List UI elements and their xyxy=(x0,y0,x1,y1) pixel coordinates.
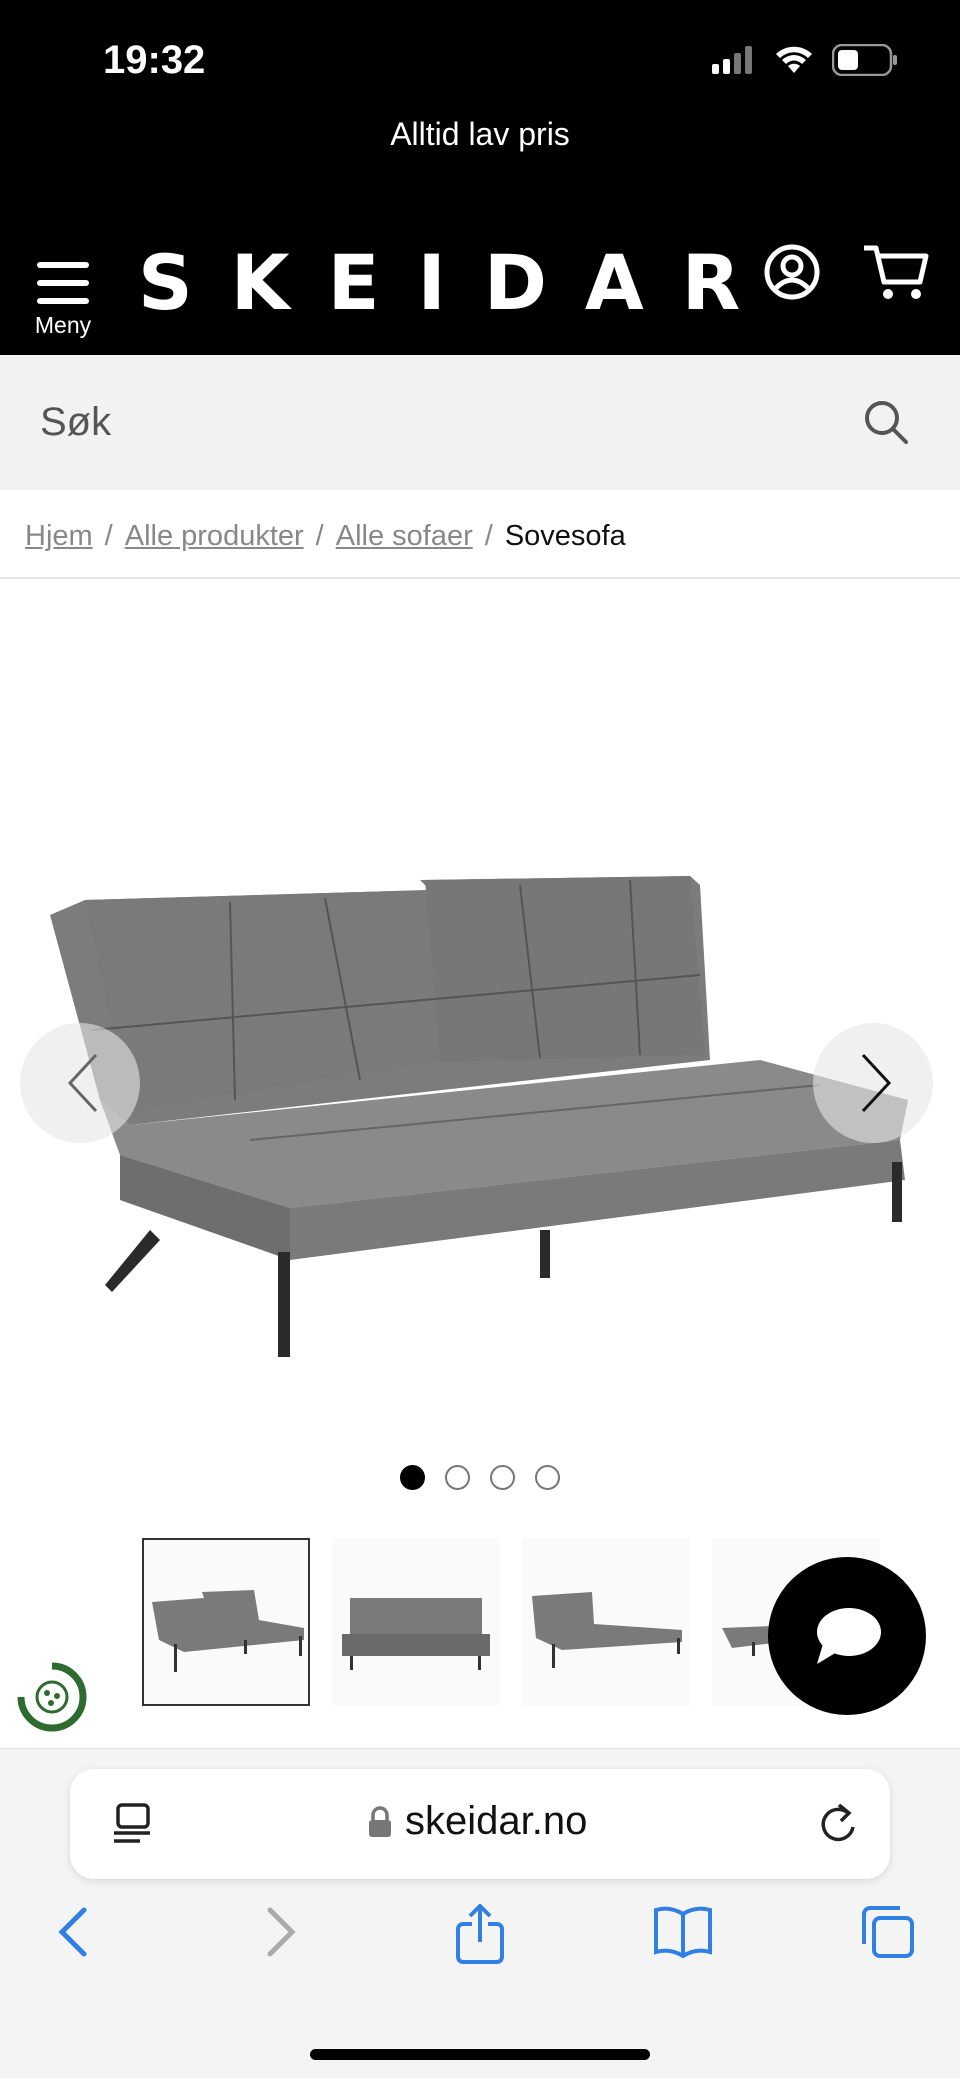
lock-icon xyxy=(369,1806,391,1837)
tabs-icon[interactable] xyxy=(858,1904,916,1960)
chat-button[interactable] xyxy=(768,1557,926,1715)
site-header: Meny SKEIDAR xyxy=(0,220,960,355)
gallery-pagination xyxy=(400,1465,560,1490)
cart-icon[interactable] xyxy=(862,242,930,302)
product-image[interactable] xyxy=(0,580,960,1420)
reload-icon[interactable] xyxy=(815,1799,861,1847)
product-gallery xyxy=(0,580,960,1420)
status-icons xyxy=(712,44,898,76)
promo-text: Alltid lav pris xyxy=(390,116,570,152)
hamburger-icon xyxy=(28,238,98,304)
search-icon[interactable] xyxy=(862,398,912,448)
pagination-dot[interactable] xyxy=(490,1465,515,1490)
recycle-badge-icon[interactable] xyxy=(15,1660,89,1734)
forward-icon[interactable] xyxy=(258,1904,302,1960)
search-input[interactable] xyxy=(40,385,840,460)
home-indicator xyxy=(310,2049,650,2060)
thumbnail[interactable] xyxy=(522,1538,690,1706)
chevron-right-icon xyxy=(861,1053,892,1113)
signal-icon xyxy=(712,46,752,74)
chevron-left-icon xyxy=(67,1053,98,1113)
breadcrumb: Hjem / Alle produkter / Alle sofaer / So… xyxy=(25,520,626,553)
gallery-next-button[interactable] xyxy=(813,1023,933,1143)
search-bar xyxy=(0,355,960,490)
browser-toolbar xyxy=(0,1904,960,2004)
bookmarks-icon[interactable] xyxy=(652,1904,714,1958)
breadcrumb-separator: / xyxy=(104,520,113,552)
url-text: skeidar.no xyxy=(405,1799,588,1843)
battery-icon xyxy=(832,44,897,76)
pagination-dot[interactable] xyxy=(535,1465,560,1490)
breadcrumb-current: Sovesofa xyxy=(504,520,626,552)
browser-bottom-bar: skeidar.no xyxy=(0,1748,960,2078)
status-bar: 19:32 xyxy=(0,0,960,110)
pagination-dot[interactable] xyxy=(400,1465,425,1490)
share-icon[interactable] xyxy=(452,1904,508,1966)
pagination-dot[interactable] xyxy=(445,1465,470,1490)
thumbnail[interactable] xyxy=(332,1538,500,1706)
divider xyxy=(0,577,960,579)
menu-label: Meny xyxy=(34,312,92,338)
status-time: 19:32 xyxy=(103,38,206,82)
wifi-icon xyxy=(776,46,812,73)
chat-bubble-icon xyxy=(817,1608,881,1664)
gallery-prev-button[interactable] xyxy=(20,1023,140,1143)
breadcrumb-all-products[interactable]: Alle produkter xyxy=(125,520,304,553)
menu-button[interactable]: Meny xyxy=(28,238,98,338)
back-icon[interactable] xyxy=(52,1904,96,1960)
address-bar[interactable]: skeidar.no xyxy=(70,1769,890,1879)
promo-banner: Alltid lav pris xyxy=(0,110,960,220)
breadcrumb-separator: / xyxy=(315,520,324,552)
reader-mode-icon[interactable] xyxy=(110,1801,158,1847)
account-icon[interactable] xyxy=(762,242,822,302)
breadcrumb-all-sofas[interactable]: Alle sofaer xyxy=(336,520,473,553)
thumbnail[interactable] xyxy=(142,1538,310,1706)
site-logo[interactable]: SKEIDAR xyxy=(138,238,778,327)
breadcrumb-home[interactable]: Hjem xyxy=(25,520,93,553)
breadcrumb-separator: / xyxy=(484,520,493,552)
